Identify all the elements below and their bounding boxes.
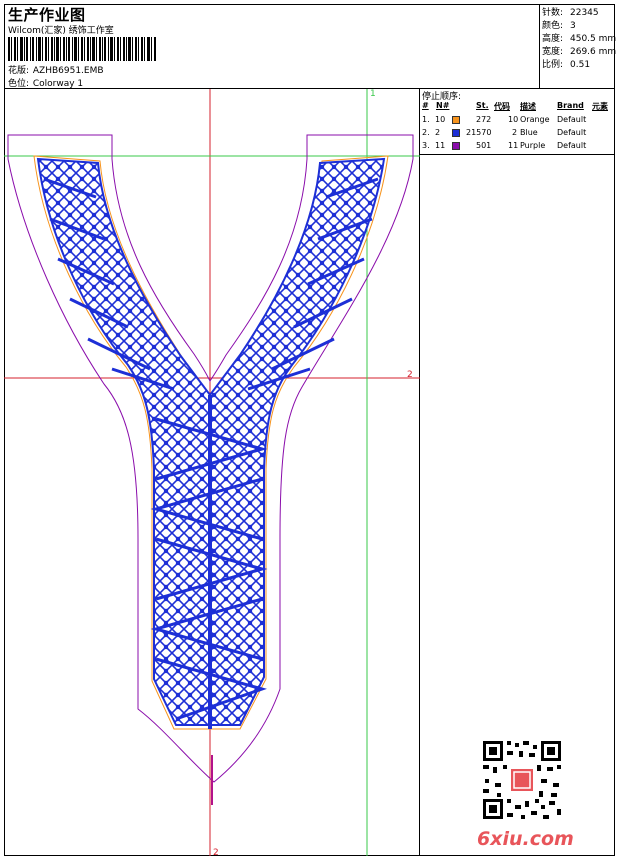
col-header-num: # — [422, 101, 429, 110]
stat-width: 宽度: 269.6 mm — [542, 44, 616, 57]
colorway-label: 色位: — [8, 79, 30, 89]
header-info: 生产作业图 Wilcom(汇家) 绣饰工作室 花版: AZHB6951.EMB … — [4, 4, 540, 89]
studio-subtitle: Wilcom(汇家) 绣饰工作室 — [8, 26, 114, 36]
colorway-row: 色位: Colorway 1 — [8, 76, 83, 89]
guide-label-top: 1 — [370, 89, 376, 99]
stop-stitches: 501 — [476, 141, 492, 150]
guide-label-bottom: 2 — [213, 848, 219, 856]
stat-stitches: 针数: 22345 — [542, 5, 599, 18]
watermark-logo: 6xiu.com — [477, 828, 574, 850]
stop-sequence-header: # N# St. 代码 描述 Brand 元素 — [420, 101, 615, 113]
stat-value: 22345 — [570, 8, 599, 18]
stop-desc: Purple — [520, 141, 546, 150]
stop-idx: 1. — [422, 115, 430, 124]
stop-n: 2 — [435, 128, 441, 137]
page-title: 生产作业图 — [8, 6, 86, 24]
stat-value: 450.5 mm — [570, 34, 617, 44]
design-file-value: AZHB6951.EMB — [32, 66, 104, 76]
stop-idx: 3. — [422, 141, 430, 150]
stat-value: 269.6 mm — [570, 47, 617, 57]
stop-n: 11 — [435, 141, 446, 150]
stop-row: 3. 11 501 11 Purple Default — [420, 141, 615, 153]
stop-code: 2 — [512, 128, 518, 137]
design-canvas: 1 2 2 — [4, 89, 420, 858]
stat-label: 比例: — [542, 60, 564, 70]
color-swatch-orange — [452, 116, 460, 124]
stop-sequence-divider — [420, 154, 615, 155]
stop-desc: Orange — [520, 115, 550, 124]
stop-brand: Default — [557, 128, 587, 137]
stop-code: 11 — [508, 141, 519, 150]
stop-n: 10 — [435, 115, 446, 124]
guide-label-right: 2 — [407, 370, 413, 380]
colorway-value: Colorway 1 — [32, 79, 84, 89]
stop-brand: Default — [557, 115, 587, 124]
stat-scale: 比例: 0.51 — [542, 57, 590, 70]
design-stats: 针数: 22345 颜色: 3 高度: 450.5 mm 宽度: 269.6 mm 比例… — [540, 4, 616, 89]
col-header-code: 代码 — [494, 102, 510, 111]
stat-label: 高度: — [542, 34, 564, 44]
stop-desc: Blue — [520, 128, 538, 137]
stat-colors: 颜色: 3 — [542, 18, 576, 31]
qr-code — [481, 739, 563, 821]
stat-label: 颜色: — [542, 21, 564, 31]
stat-label: 宽度: — [542, 47, 564, 57]
col-header-n: N# — [436, 101, 450, 110]
embroidery-preview: 1 2 2 — [4, 89, 420, 858]
design-file-label: 花版: — [8, 66, 30, 76]
blue-embroidery-pattern — [36, 157, 386, 805]
stop-brand: Default — [557, 141, 587, 150]
stat-height: 高度: 450.5 mm — [542, 31, 616, 44]
design-file-row: 花版: AZHB6951.EMB — [8, 63, 104, 76]
stat-value: 3 — [570, 21, 576, 31]
stat-value: 0.51 — [570, 60, 591, 70]
col-header-st: St. — [476, 101, 489, 110]
col-header-brand: Brand — [557, 101, 584, 110]
stop-idx: 2. — [422, 128, 430, 137]
col-header-elem: 元素 — [592, 102, 608, 111]
stat-label: 针数: — [542, 8, 564, 18]
stop-stitches: 272 — [476, 115, 492, 124]
stop-stitches: 21570 — [466, 128, 492, 137]
col-header-desc: 描述 — [520, 102, 536, 111]
stop-row: 2. 2 21570 2 Blue Default — [420, 128, 615, 140]
stop-row: 1. 10 272 10 Orange Default — [420, 115, 615, 127]
barcode — [8, 37, 156, 61]
stop-code: 10 — [508, 115, 519, 124]
color-swatch-blue — [452, 129, 460, 137]
color-swatch-purple — [452, 142, 460, 150]
